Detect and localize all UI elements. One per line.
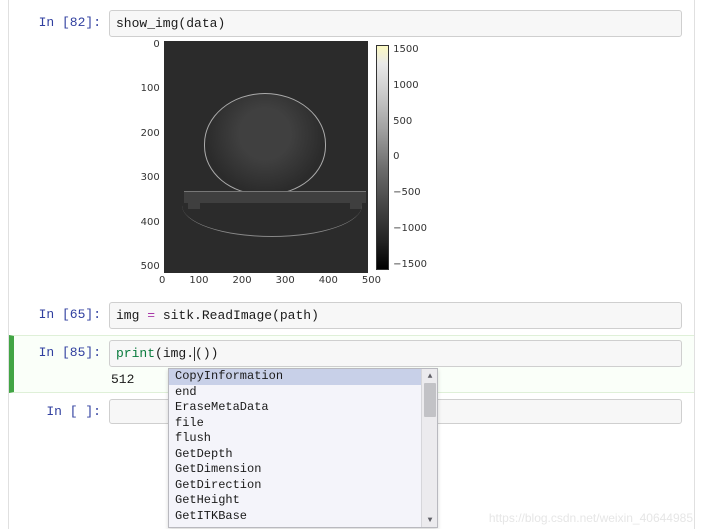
code-token: img [163,346,186,361]
tick-label: 1500 [393,45,427,55]
prompt-number: [65]: [62,307,101,322]
prompt: In [82]: [9,10,109,292]
code-token: = [139,308,162,323]
tick-label: −1500 [393,260,427,270]
prompt-number: [ ]: [70,404,101,419]
prompt-number: [85]: [62,345,101,360]
code-token: ) [217,16,225,31]
autocomplete-item[interactable]: EraseMetaData [169,400,437,416]
code-token: ( [272,308,280,323]
prompt: In [65]: [9,302,109,329]
prompt: In [85]: [14,340,109,388]
autocomplete-item[interactable]: flush [169,431,437,447]
code-token: ( [155,346,163,361]
x-axis-ticks: 0 100 200 300 400 500 [159,275,381,286]
code-token: print [116,346,155,361]
code-input[interactable]: img = sitk.ReadImage(path) [109,302,682,329]
prompt-number: [82]: [62,15,101,30]
tick-label: 1000 [393,81,427,91]
code-token: ) [211,346,219,361]
tick-label: 500 [362,275,381,286]
autocomplete-item[interactable]: GetDepth [169,447,437,463]
tick-label: 300 [137,173,160,183]
tick-label: 400 [137,218,160,228]
code-token: path [280,308,311,323]
prompt-in-label: In [39,15,55,30]
code-input[interactable]: print(img.()) [109,340,682,367]
tick-label: 100 [189,275,208,286]
tick-label: −500 [393,188,427,198]
code-token: data [186,16,217,31]
ct-table-shape [184,191,366,203]
autocomplete-item[interactable]: file [169,416,437,432]
autocomplete-item[interactable]: GetDimension [169,462,437,478]
colorbar-ticks: 1500 1000 500 0 −500 −1000 −1500 [389,45,427,270]
tick-label: 500 [393,117,427,127]
prompt: In [ ]: [9,399,109,424]
scroll-down-icon[interactable]: ▼ [422,513,438,527]
code-token: ReadImage [202,308,272,323]
tick-label: −1000 [393,224,427,234]
prompt-in-label: In [39,307,55,322]
tick-label: 100 [137,84,160,94]
scroll-up-icon[interactable]: ▲ [422,369,438,383]
autocomplete-item[interactable]: GetITKBase [169,509,437,525]
autocomplete-item[interactable]: end [169,385,437,401]
heatmap-image [164,41,368,273]
colorbar [376,45,389,270]
tick-label: 500 [137,262,160,272]
code-input[interactable]: show_img(data) [109,10,682,37]
autocomplete-item[interactable]: CopyInformation [169,369,437,385]
tick-label: 300 [276,275,295,286]
scroll-thumb[interactable] [424,383,436,417]
code-token: show_img [116,16,178,31]
tick-label: 200 [137,129,160,139]
prompt-in-label: In [39,345,55,360]
code-token: img [116,308,139,323]
code-token: sitk [163,308,194,323]
tick-label: 0 [159,275,165,286]
tick-label: 0 [393,152,427,162]
prompt-in-label: In [46,404,62,419]
chart-output: 0 100 200 300 400 500 1500 1000 500 [137,41,427,286]
y-axis-ticks: 0 100 200 300 400 500 [137,41,164,273]
code-cell[interactable]: In [65]: img = sitk.ReadImage(path) [9,298,694,333]
code-token: ) [311,308,319,323]
code-token: . [186,346,194,361]
tick-label: 400 [319,275,338,286]
code-cell[interactable]: In [82]: show_img(data) 0 100 200 300 40… [9,6,694,296]
tick-label: 200 [233,275,252,286]
tick-label: 0 [137,40,160,50]
autocomplete-item[interactable]: GetDirection [169,478,437,494]
autocomplete-item[interactable]: GetHeight [169,493,437,509]
code-token: () [195,346,211,361]
cell-body: img = sitk.ReadImage(path) [109,302,694,329]
autocomplete-menu[interactable]: CopyInformation end EraseMetaData file f… [168,368,438,528]
code-token: . [194,308,202,323]
scrollbar[interactable]: ▲ ▼ [421,369,437,527]
cell-body: show_img(data) 0 100 200 300 400 500 [109,10,694,292]
